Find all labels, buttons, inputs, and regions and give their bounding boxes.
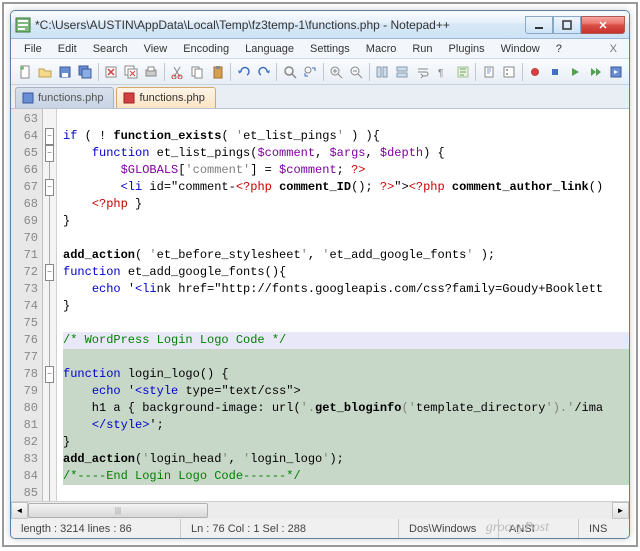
app-icon xyxy=(15,17,31,33)
titlebar[interactable]: *C:\Users\AUSTIN\AppData\Local\Temp\fz3t… xyxy=(11,11,629,39)
find-button[interactable] xyxy=(280,62,299,82)
status-position: Ln : 76 Col : 1 Sel : 288 xyxy=(181,519,399,538)
tab-active-functions[interactable]: functions.php xyxy=(116,87,215,108)
play-multi-button[interactable] xyxy=(586,62,605,82)
file-modified-icon xyxy=(123,92,135,104)
doc-map-button[interactable] xyxy=(479,62,498,82)
app-window: *C:\Users\AUSTIN\AppData\Local\Temp\fz3t… xyxy=(10,10,630,539)
menu-language[interactable]: Language xyxy=(238,41,301,57)
new-file-button[interactable] xyxy=(15,62,34,82)
record-button[interactable] xyxy=(526,62,545,82)
redo-button[interactable] xyxy=(254,62,273,82)
menu-encoding[interactable]: Encoding xyxy=(176,41,236,57)
save-button[interactable] xyxy=(55,62,74,82)
status-bar: length : 3214 lines : 86 Ln : 76 Col : 1… xyxy=(11,518,629,538)
menu-settings[interactable]: Settings xyxy=(303,41,357,57)
maximize-button[interactable] xyxy=(553,16,581,34)
scroll-left-button[interactable]: ◄ xyxy=(11,502,28,519)
wrap-button[interactable] xyxy=(413,62,432,82)
tab-label: functions.php xyxy=(38,92,103,104)
replace-button[interactable] xyxy=(300,62,319,82)
zoom-out-button[interactable] xyxy=(347,62,366,82)
paste-button[interactable] xyxy=(208,62,227,82)
menu-plugins[interactable]: Plugins xyxy=(442,41,492,57)
code-content[interactable]: if ( ! function_exists( 'et_list_pings' … xyxy=(57,109,629,501)
cut-button[interactable] xyxy=(168,62,187,82)
sync-v-button[interactable] xyxy=(373,62,392,82)
menu-bar: File Edit Search View Encoding Language … xyxy=(11,39,629,59)
editor-area[interactable]: 6364656667686970717273747576777879808182… xyxy=(11,109,629,501)
close-file-button[interactable] xyxy=(101,62,120,82)
show-all-chars-button[interactable]: ¶ xyxy=(433,62,452,82)
scroll-thumb[interactable]: ||| xyxy=(28,503,208,518)
close-all-button[interactable] xyxy=(122,62,141,82)
tab-bar: functions.php functions.php xyxy=(11,85,629,109)
window-title: *C:\Users\AUSTIN\AppData\Local\Temp\fz3t… xyxy=(35,18,525,32)
fold-margin[interactable]: −−−−− xyxy=(43,109,57,501)
open-file-button[interactable] xyxy=(35,62,54,82)
play-button[interactable] xyxy=(566,62,585,82)
menu-edit[interactable]: Edit xyxy=(51,41,84,57)
save-all-button[interactable] xyxy=(75,62,94,82)
status-encoding: ANSI xyxy=(499,519,579,538)
menu-macro[interactable]: Macro xyxy=(359,41,404,57)
save-macro-button[interactable] xyxy=(606,62,625,82)
stop-button[interactable] xyxy=(546,62,565,82)
sync-h-button[interactable] xyxy=(393,62,412,82)
zoom-in-button[interactable] xyxy=(327,62,346,82)
copy-button[interactable] xyxy=(188,62,207,82)
menu-run[interactable]: Run xyxy=(405,41,439,57)
menu-file[interactable]: File xyxy=(17,41,49,57)
scroll-track[interactable]: ||| xyxy=(28,502,612,519)
print-button[interactable] xyxy=(142,62,161,82)
file-saved-icon xyxy=(22,92,34,104)
menubar-close-icon[interactable]: X xyxy=(604,43,623,55)
menu-view[interactable]: View xyxy=(137,41,175,57)
function-list-button[interactable] xyxy=(499,62,518,82)
tab-inactive-functions[interactable]: functions.php xyxy=(15,87,114,108)
menu-window[interactable]: Window xyxy=(494,41,547,57)
menu-search[interactable]: Search xyxy=(86,41,135,57)
horizontal-scrollbar[interactable]: ◄ ||| ► xyxy=(11,501,629,518)
scroll-right-button[interactable]: ► xyxy=(612,502,629,519)
toolbar: ¶ xyxy=(11,59,629,85)
status-length: length : 3214 lines : 86 xyxy=(11,519,181,538)
menu-help[interactable]: ? xyxy=(549,41,569,57)
indent-guide-button[interactable] xyxy=(453,62,472,82)
svg-text:¶: ¶ xyxy=(438,68,443,79)
close-button[interactable] xyxy=(581,16,625,34)
line-numbers: 6364656667686970717273747576777879808182… xyxy=(11,109,43,501)
status-eol: Dos\Windows xyxy=(399,519,499,538)
minimize-button[interactable] xyxy=(525,16,553,34)
tab-label: functions.php xyxy=(139,92,204,104)
status-mode: INS xyxy=(579,519,629,538)
undo-button[interactable] xyxy=(234,62,253,82)
